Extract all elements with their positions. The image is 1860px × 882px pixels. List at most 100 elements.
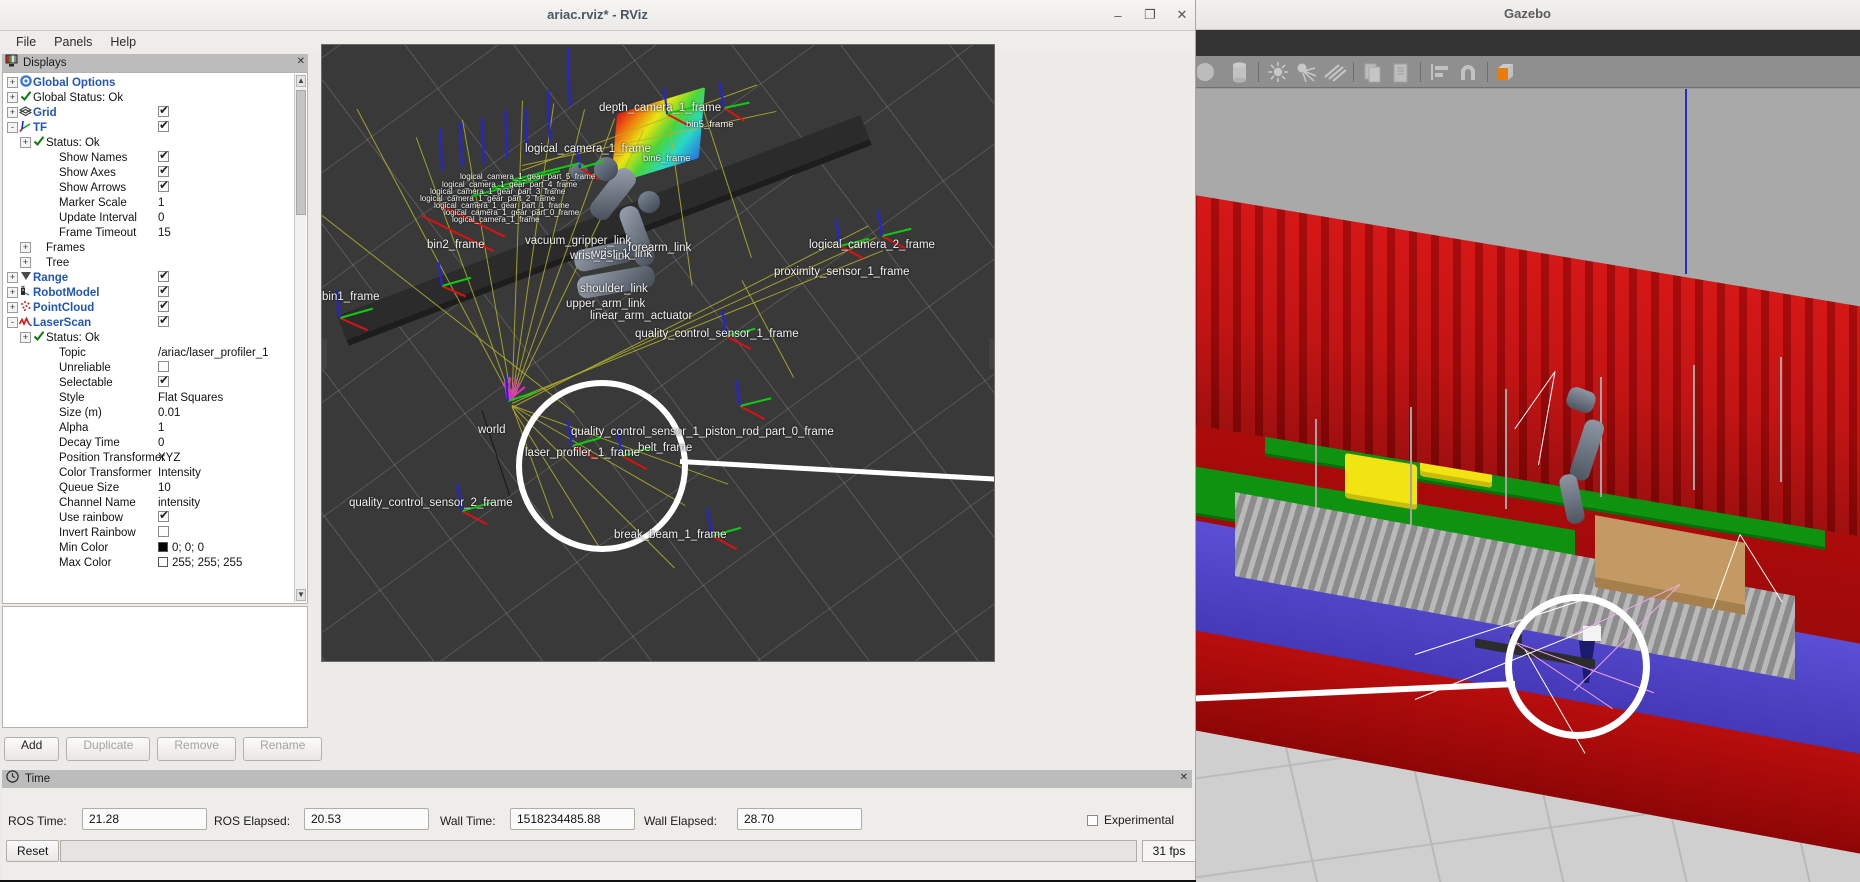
menu-panels[interactable]: Panels <box>45 33 101 51</box>
minimize-button[interactable]: – <box>1105 4 1131 26</box>
expand-toggle[interactable]: + <box>7 272 18 283</box>
display-row-value[interactable]: 0; 0; 0 <box>158 541 204 554</box>
display-row-checkbox[interactable] <box>158 313 169 327</box>
expand-toggle[interactable]: + <box>7 77 18 88</box>
viewport-right-arrow[interactable]: › <box>989 339 994 369</box>
add-button[interactable]: Add <box>4 737 60 761</box>
display-row-checkbox[interactable] <box>158 178 169 192</box>
cylinder-icon[interactable] <box>1225 59 1253 85</box>
display-row-grid[interactable]: + Grid <box>3 103 295 120</box>
display-row-alpha[interactable]: Alpha 1 <box>3 420 295 435</box>
display-row-value[interactable]: XYZ <box>158 452 180 464</box>
wall-time-field[interactable]: 1518234485.88 <box>510 808 635 830</box>
snap-icon[interactable] <box>1454 59 1482 85</box>
menu-help[interactable]: Help <box>101 33 145 51</box>
color-swatch[interactable] <box>158 556 168 567</box>
experimental-checkbox[interactable] <box>1087 814 1098 826</box>
display-row-checkbox[interactable] <box>158 373 169 387</box>
expand-toggle[interactable]: + <box>7 107 18 118</box>
point-light-icon[interactable] <box>1264 59 1292 85</box>
display-row-min-color[interactable]: Min Color 0; 0; 0 <box>3 540 295 555</box>
display-row-tree[interactable]: + Tree <box>3 255 295 270</box>
display-row-range[interactable]: + Range <box>3 268 295 285</box>
display-row-value[interactable] <box>158 373 169 390</box>
directional-light-icon[interactable] <box>1320 59 1348 85</box>
display-row-checkbox[interactable] <box>158 268 169 282</box>
display-row-show-axes[interactable]: Show Axes <box>3 163 295 180</box>
gazebo-3d-viewport[interactable] <box>1195 89 1860 882</box>
reset-button[interactable]: Reset <box>6 840 60 862</box>
experimental-checkbox-group[interactable]: Experimental <box>1087 813 1174 827</box>
display-row-channel-name[interactable]: Channel Name intensity <box>3 495 295 510</box>
sphere-icon[interactable] <box>1196 59 1225 85</box>
display-row-value[interactable]: /ariac/laser_profiler_1 <box>158 347 269 359</box>
display-row-value[interactable] <box>158 178 169 195</box>
color-swatch[interactable] <box>158 541 168 552</box>
display-row-max-color[interactable]: Max Color 255; 255; 255 <box>3 555 295 570</box>
align-icon[interactable] <box>1426 59 1454 85</box>
expand-toggle[interactable]: + <box>7 287 18 298</box>
display-row-value[interactable]: 10 <box>158 482 171 494</box>
display-row-laserscan[interactable]: - LaserScan <box>3 313 295 330</box>
displays-tree-scrollbar[interactable]: ▲ ▼ <box>294 74 306 602</box>
display-row-invert-rainbow[interactable]: Invert Rainbow <box>3 525 295 540</box>
gazebo-toolbar[interactable] <box>1195 56 1860 88</box>
display-row-value[interactable] <box>158 313 169 330</box>
rename-button[interactable]: Rename <box>243 737 323 761</box>
display-row-checkbox[interactable] <box>158 508 169 522</box>
expand-toggle[interactable]: + <box>20 332 31 343</box>
display-row-use-rainbow[interactable]: Use rainbow <box>3 508 295 525</box>
display-row-tf[interactable]: - TF <box>3 118 295 135</box>
paste-icon[interactable] <box>1387 59 1415 85</box>
display-row-status-ok[interactable]: + Status: Ok <box>3 135 295 150</box>
display-row-checkbox[interactable] <box>158 360 169 372</box>
display-row-checkbox[interactable] <box>158 118 169 132</box>
copy-icon[interactable] <box>1359 59 1387 85</box>
display-row-pointcloud[interactable]: + PointCloud <box>3 298 295 315</box>
expand-toggle[interactable]: + <box>7 92 18 103</box>
display-row-global-options[interactable]: + Global Options <box>3 75 295 90</box>
collapse-toggle[interactable]: - <box>7 317 18 328</box>
display-row-global-status-ok[interactable]: + Global Status: Ok <box>3 90 295 105</box>
wall-elapsed-field[interactable]: 28.70 <box>737 808 862 830</box>
expand-toggle[interactable]: + <box>20 137 31 148</box>
scrollbar-thumb[interactable] <box>296 90 306 215</box>
duplicate-button[interactable]: Duplicate <box>66 737 151 761</box>
display-row-status-ok[interactable]: + Status: Ok <box>3 330 295 345</box>
expand-toggle[interactable]: + <box>20 257 31 268</box>
display-row-checkbox[interactable] <box>158 283 169 297</box>
display-row-show-arrows[interactable]: Show Arrows <box>3 178 295 195</box>
expand-toggle[interactable]: + <box>7 302 18 313</box>
maximize-button[interactable]: ❐ <box>1137 4 1163 26</box>
display-row-unreliable[interactable]: Unreliable <box>3 360 295 375</box>
display-row-value[interactable]: 255; 255; 255 <box>158 556 242 569</box>
display-row-update-interval[interactable]: Update Interval 0 <box>3 210 295 225</box>
collapse-toggle[interactable]: - <box>7 122 18 133</box>
display-row-frames[interactable]: + Frames <box>3 240 295 255</box>
display-row-value[interactable]: Flat Squares <box>158 392 223 404</box>
spot-light-icon[interactable] <box>1292 59 1320 85</box>
time-close-icon[interactable]: ✕ <box>1180 772 1188 783</box>
displays-tree[interactable]: + Global Options + Global Status: Ok + Grid - T… <box>2 72 308 604</box>
scroll-up-arrow[interactable]: ▲ <box>296 75 306 87</box>
displays-close-icon[interactable]: ✕ <box>297 56 305 67</box>
expand-toggle[interactable]: + <box>20 242 31 253</box>
display-row-value[interactable]: 1 <box>158 197 164 209</box>
rviz-3d-viewport[interactable]: depth_camera_1_frame bin5_frame logical_ca… <box>321 44 995 662</box>
display-row-value[interactable] <box>158 118 169 135</box>
display-row-decay-time[interactable]: Decay Time 0 <box>3 435 295 450</box>
viewport-left-arrow[interactable]: ‹ <box>322 339 327 369</box>
remove-button[interactable]: Remove <box>157 737 237 761</box>
display-row-checkbox[interactable] <box>158 103 169 117</box>
display-row-position-transformer[interactable]: Position Transformer XYZ <box>3 450 295 465</box>
display-row-topic[interactable]: Topic/ariac/laser_profiler_1 <box>3 345 295 360</box>
display-row-value[interactable]: 15 <box>158 227 171 239</box>
display-row-value[interactable]: 1 <box>158 422 164 434</box>
ros-time-field[interactable]: 21.28 <box>82 808 207 830</box>
display-row-checkbox[interactable] <box>158 525 169 537</box>
display-row-selectable[interactable]: Selectable <box>3 373 295 390</box>
display-row-size-m[interactable]: Size (m) 0.01 <box>3 405 295 420</box>
display-row-style[interactable]: Style Flat Squares <box>3 390 295 405</box>
time-slider[interactable] <box>60 840 1137 862</box>
close-button[interactable]: ✕ <box>1169 4 1195 26</box>
